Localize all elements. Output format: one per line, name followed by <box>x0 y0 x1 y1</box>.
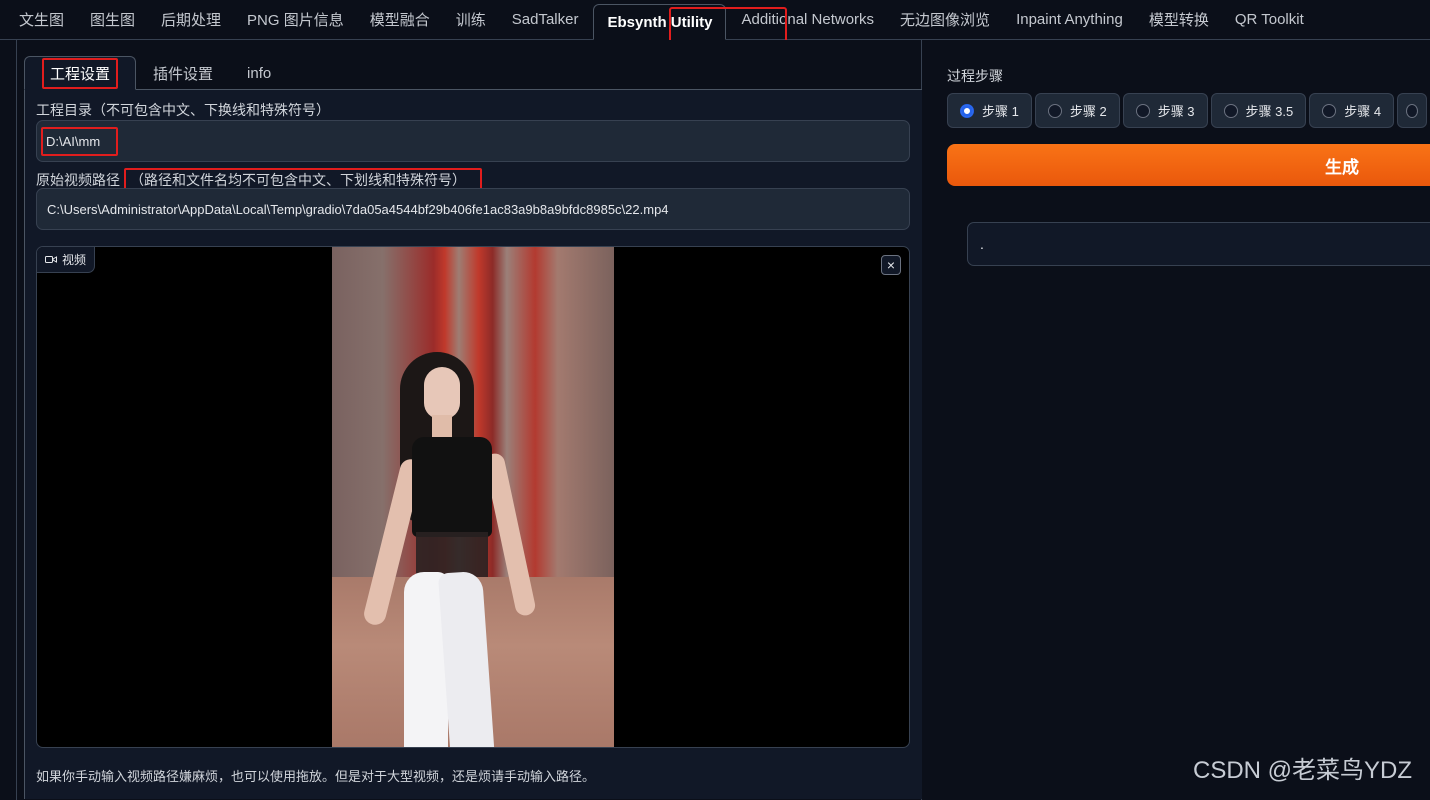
tab-ebsynth-utility[interactable]: Ebsynth Utility <box>593 4 727 40</box>
tab-png-info[interactable]: PNG 图片信息 <box>234 0 357 39</box>
project-dir-input[interactable]: D:\AI\mm <box>36 120 910 162</box>
tab-model-converter[interactable]: 模型转换 <box>1136 0 1222 39</box>
step-2-label: 步骤 2 <box>1069 104 1107 119</box>
step-3-5-radio[interactable]: 步骤 3.5 <box>1210 93 1307 128</box>
radio-checked-icon <box>960 103 974 118</box>
video-player[interactable]: 视频 × <box>36 246 910 748</box>
output-message-box: . <box>967 222 1430 266</box>
tab-info[interactable]: info <box>230 56 288 90</box>
tab-inpaint-anything[interactable]: Inpaint Anything <box>1003 0 1136 39</box>
tab-txt2img[interactable]: 文生图 <box>6 0 77 39</box>
tab-project-settings[interactable]: 工程设置 <box>24 56 137 90</box>
radio-unchecked-icon <box>1223 103 1238 118</box>
video-frame <box>332 247 614 747</box>
tab-plugin-settings[interactable]: 插件设置 <box>136 56 230 90</box>
main-tab-bar: 文生图 图生图 后期处理 PNG 图片信息 模型融合 训练 SadTalker … <box>0 0 1430 40</box>
tab-train[interactable]: 训练 <box>443 0 499 39</box>
process-steps-label: 过程步骤 <box>947 68 1003 84</box>
step-more-radio[interactable] <box>1397 93 1428 128</box>
tab-img2img[interactable]: 图生图 <box>77 0 148 39</box>
project-dir-value: D:\AI\mm <box>41 126 119 156</box>
radio-unchecked-icon <box>1406 103 1419 118</box>
video-path-label-text: 原始视频路径 <box>36 172 120 188</box>
tab-image-browser[interactable]: 无边图像浏览 <box>887 0 1003 39</box>
generate-button[interactable]: 生成 <box>947 144 1430 186</box>
tab-extras[interactable]: 后期处理 <box>148 0 234 39</box>
step-4-label: 步骤 4 <box>1344 104 1382 119</box>
step-1-label: 步骤 1 <box>982 104 1019 119</box>
csdn-watermark: CSDN @老菜鸟YDZ <box>1193 757 1413 784</box>
clear-video-button[interactable]: × <box>881 255 901 275</box>
tab-sadtalker[interactable]: SadTalker <box>499 0 592 39</box>
project-dir-label: 工程目录（不可包含中文、下换线和特殊符号） <box>36 102 330 118</box>
step-3-5-label: 步骤 3.5 <box>1245 104 1294 119</box>
sub-tab-bar: 工程设置 插件设置 info <box>24 56 288 90</box>
video-camera-icon <box>45 253 57 267</box>
close-icon: × <box>886 257 896 273</box>
drag-drop-hint: 如果你手动输入视频路径嫌麻烦，也可以使用拖放。但是对于大型视频，还是烦请手动输入… <box>36 769 596 784</box>
step-1-radio[interactable]: 步骤 1 <box>947 93 1032 128</box>
video-label-tag: 视频 <box>37 247 96 273</box>
step-2-radio[interactable]: 步骤 2 <box>1034 93 1120 128</box>
process-steps-radio-group: 步骤 1 步骤 2 步骤 3 步骤 3.5 步骤 4 <box>947 93 1428 128</box>
tab-additional-networks[interactable]: Additional Networks <box>728 0 887 39</box>
radio-unchecked-icon <box>1047 103 1062 118</box>
video-path-label: 原始视频路径 （路径和文件名均不可包含中文、下划线和特殊符号） <box>36 168 482 192</box>
video-path-value: C:\Users\Administrator\AppData\Local\Tem… <box>47 201 669 217</box>
tab-checkpoint-merger[interactable]: 模型融合 <box>357 0 443 39</box>
video-label-text: 视频 <box>62 253 87 267</box>
radio-unchecked-icon <box>1135 103 1150 118</box>
tab-qr-toolkit[interactable]: QR Toolkit <box>1222 0 1317 39</box>
radio-unchecked-icon <box>1322 103 1337 118</box>
step-3-radio[interactable]: 步骤 3 <box>1122 93 1208 128</box>
tab-project-settings-label: 工程设置 <box>42 57 119 89</box>
step-4-radio[interactable]: 步骤 4 <box>1309 93 1395 128</box>
video-path-input[interactable]: C:\Users\Administrator\AppData\Local\Tem… <box>36 188 910 230</box>
step-3-label: 步骤 3 <box>1157 104 1195 119</box>
